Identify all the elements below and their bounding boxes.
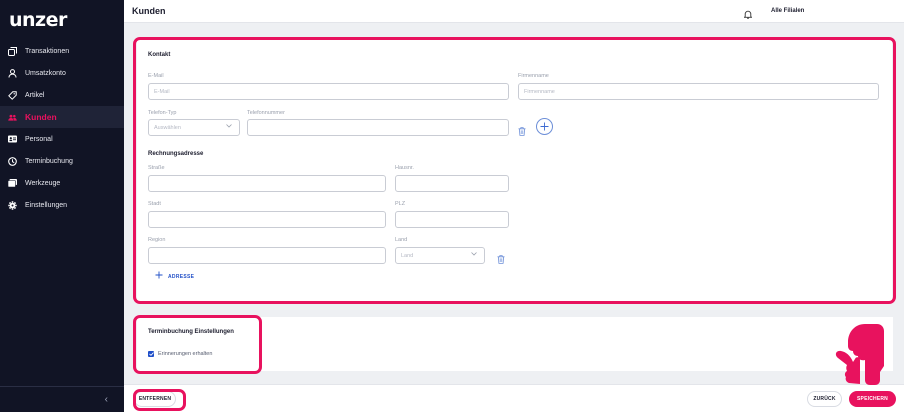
sidebar-item-label: Transaktionen [25,47,70,55]
email-field[interactable]: E-Mail [148,83,509,100]
checkmark-icon [148,352,154,356]
sidebar-item-transaktionen[interactable]: Transaktionen [0,40,124,62]
country-select[interactable]: Land [395,247,485,264]
sidebar-item-einstellungen[interactable]: Einstellungen [0,194,124,216]
phone-field[interactable] [247,119,509,136]
sidebar-nav: Transaktionen Umsatzkonto Artikel Kunden… [0,40,124,216]
sidebar-item-label: Personal [25,135,53,143]
transactions-icon [8,46,17,56]
booking-settings-card: Terminbuchung Einstellungen Erinnerungen… [137,317,893,371]
sidebar-item-personal[interactable]: Personal [0,128,124,150]
region-label: Region [148,237,166,243]
footer-bar: ENTFERNEN ZURÜCK SPEICHERN [124,384,904,412]
bell-icon[interactable] [743,6,753,24]
city-label: Stadt [148,201,161,207]
remove-button[interactable]: ENTFERNEN [134,391,176,407]
person-icon [8,68,17,78]
phone-type-label: Telefon-Typ [148,110,177,116]
sidebar-item-terminbuchung[interactable]: Terminbuchung [0,150,124,172]
folder-icon [8,179,17,188]
company-placeholder: Firmenname [524,88,555,95]
email-label: E-Mail [148,73,164,79]
sidebar-item-werkzeuge[interactable]: Werkzeuge [0,172,124,194]
phone-type-value: Auswählen [154,124,181,131]
house-number-field[interactable] [395,175,509,192]
billing-section-title: Rechnungsadresse [148,151,204,157]
add-address-button[interactable]: ADRESSE [155,271,194,282]
sidebar-item-label: Einstellungen [25,201,68,209]
unzer-logo[interactable]: unzer [9,9,67,31]
gear-icon [8,200,17,210]
country-label: Land [395,237,408,243]
page-title: Kunden [132,6,166,16]
branch-selector[interactable]: Alle Filialen [771,8,804,14]
reminder-label: Erinnerungen erhalten [158,351,213,357]
phone-type-select[interactable]: Auswählen [148,119,240,136]
region-field[interactable] [148,247,386,264]
trash-icon[interactable] [518,123,526,136]
top-header: Kunden Alle Filialen [124,0,904,23]
country-value: Land [401,252,414,259]
company-field[interactable]: Firmenname [518,83,879,100]
sidebar-item-label: Umsatzkonto [25,69,66,77]
pointing-hand-icon [835,324,884,385]
zip-label: PLZ [395,201,406,207]
reminder-checkbox[interactable] [148,351,154,357]
sidebar-item-label: Kunden [25,112,57,122]
sidebar-item-label: Terminbuchung [25,157,73,165]
plus-icon [155,271,163,282]
plus-icon [540,122,549,131]
sidebar-item-umsatzkonto[interactable]: Umsatzkonto [0,62,124,84]
email-placeholder: E-Mail [154,88,170,95]
chevron-left-icon[interactable]: ‹ [105,394,108,405]
id-card-icon [8,135,17,144]
add-address-label: ADRESSE [168,273,195,280]
sidebar: unzer Transaktionen Umsatzkonto Artikel … [0,0,124,412]
trash-icon[interactable] [497,251,505,264]
booking-section-title: Terminbuchung Einstellungen [148,329,234,335]
city-field[interactable] [148,211,386,228]
chevron-down-icon [226,124,232,130]
sidebar-footer: ‹ [0,386,124,412]
clock-icon [8,156,17,166]
contact-card: Kontakt E-Mail E-Mail Firmenname Firmenn… [137,40,892,301]
sidebar-item-label: Artikel [25,91,45,99]
street-field[interactable] [148,175,386,192]
street-label: Straße [148,165,165,171]
add-phone-button[interactable] [536,118,553,135]
contact-section-title: Kontakt [148,52,171,58]
back-button[interactable]: ZURÜCK [807,391,842,407]
house-number-label: Hausnr. [395,165,414,171]
chevron-down-icon [471,252,477,258]
users-icon [8,113,17,122]
company-label: Firmenname [518,73,549,79]
phone-label: Telefonnummer [247,110,285,116]
tag-icon [8,90,17,100]
sidebar-item-label: Werkzeuge [25,179,61,187]
save-button[interactable]: SPEICHERN [849,391,896,407]
zip-field[interactable] [395,211,509,228]
sidebar-item-kunden[interactable]: Kunden [0,106,124,128]
sidebar-item-artikel[interactable]: Artikel [0,84,124,106]
